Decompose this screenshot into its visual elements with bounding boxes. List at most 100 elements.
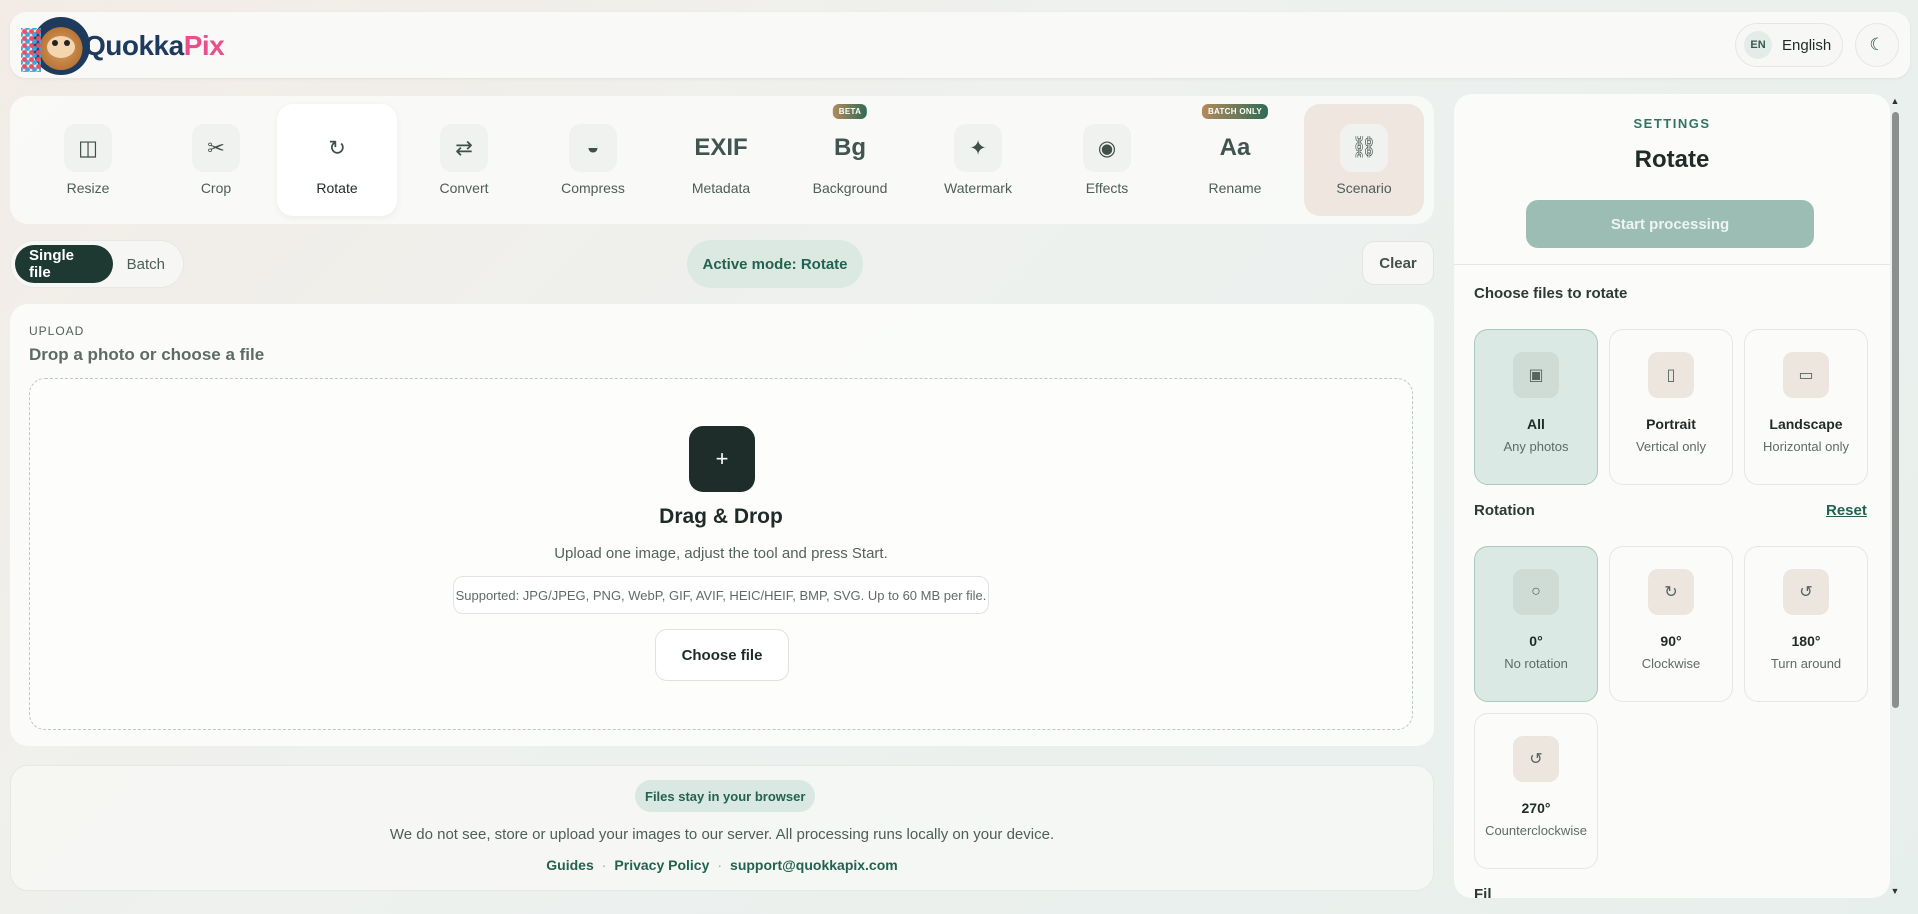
rotation-option-90[interactable]: ↻ 90° Clockwise <box>1609 546 1733 702</box>
tool-label: Background <box>812 180 888 196</box>
watermark-icon: ✦ <box>954 124 1002 172</box>
tool-crop[interactable]: ✂ Crop <box>156 104 276 216</box>
divider <box>1454 264 1890 265</box>
compress-icon: ◒ <box>569 124 617 172</box>
portrait-icon: ▯ <box>1648 352 1694 398</box>
choose-file-button[interactable]: Choose file <box>655 629 789 681</box>
files-option-all[interactable]: ▣ All Any photos <box>1474 329 1598 485</box>
landscape-icon: ▭ <box>1783 352 1829 398</box>
next-section-title: Fil <box>1474 886 1492 898</box>
rotation-option-180[interactable]: ↺ 180° Turn around <box>1744 546 1868 702</box>
active-mode-badge: Active mode: Rotate <box>687 240 863 288</box>
background-icon: Bg <box>834 134 866 161</box>
tool-label: Rename <box>1208 180 1262 196</box>
language-code-badge: EN <box>1744 31 1772 59</box>
rotate-icon: ↻ <box>328 136 346 160</box>
option-subtitle: Any photos <box>1503 439 1569 454</box>
option-subtitle: Counterclockwise <box>1485 823 1587 838</box>
rotate-cw-icon: ↻ <box>1648 569 1694 615</box>
option-subtitle: Horizontal only <box>1763 439 1849 454</box>
tool-compress[interactable]: ◒ Compress <box>533 104 653 216</box>
option-name: 180° <box>1791 633 1821 649</box>
exif-icon: EXIF <box>694 134 748 161</box>
theme-toggle-button[interactable]: ☾ <box>1855 23 1899 67</box>
drag-drop-title: Drag & Drop <box>659 505 783 528</box>
beta-badge: BETA <box>832 104 868 119</box>
tool-rotate[interactable]: ↻ Rotate <box>277 104 397 216</box>
tool-label: Scenario <box>1336 180 1392 196</box>
files-option-portrait[interactable]: ▯ Portrait Vertical only <box>1609 329 1733 485</box>
add-file-button[interactable]: + <box>689 426 755 492</box>
link-separator: · <box>717 857 723 873</box>
option-name: Landscape <box>1769 416 1843 432</box>
option-name: 0° <box>1529 633 1543 649</box>
tool-resize[interactable]: ◫ Resize <box>28 104 148 216</box>
rotate-ccw-icon: ↺ <box>1513 736 1559 782</box>
rename-icon: Aa <box>1219 134 1251 161</box>
privacy-policy-link[interactable]: Privacy Policy <box>614 857 709 873</box>
scrollbar-thumb[interactable] <box>1892 112 1899 708</box>
tool-watermark[interactable]: ✦ Watermark <box>918 104 1038 216</box>
option-subtitle: Vertical only <box>1635 439 1707 454</box>
privacy-text: We do not see, store or upload your imag… <box>389 826 1055 843</box>
supported-formats: Supported: JPG/JPEG, PNG, WebP, GIF, AVI… <box>453 576 989 614</box>
top-header: QuokkaPix EN English ☾ <box>10 12 1910 78</box>
all-photos-icon: ▣ <box>1513 352 1559 398</box>
batch-button[interactable]: Batch <box>113 245 179 283</box>
tool-label: Metadata <box>691 180 751 196</box>
link-separator: · <box>601 857 607 873</box>
tool-label: Resize <box>66 180 110 196</box>
tool-label: Rotate <box>316 180 358 196</box>
tool-label: Convert <box>439 180 489 196</box>
plus-icon: + <box>715 446 729 471</box>
tool-scenario[interactable]: ⛓ Scenario <box>1304 104 1424 216</box>
upload-title: Drop a photo or choose a file <box>29 345 265 364</box>
tool-effects[interactable]: ◉ Effects <box>1047 104 1167 216</box>
crop-icon: ✂ <box>192 124 240 172</box>
tool-background[interactable]: BETA Bg Background <box>790 104 910 216</box>
tool-label: Compress <box>561 180 625 196</box>
tool-metadata[interactable]: EXIF Metadata <box>661 104 781 216</box>
upload-kicker: UPLOAD <box>29 324 85 338</box>
clear-button[interactable]: Clear <box>1362 241 1434 285</box>
settings-title: Rotate <box>1634 146 1710 173</box>
settings-kicker: SETTINGS <box>1633 116 1711 131</box>
quokkapix-logo[interactable]: QuokkaPix <box>21 16 225 76</box>
option-subtitle: No rotation <box>1504 656 1568 671</box>
drop-zone[interactable]: + Drag & Drop Upload one image, adjust t… <box>29 378 1413 730</box>
settings-panel: SETTINGS Rotate Start processing Choose … <box>1454 94 1890 898</box>
single-file-button[interactable]: Single file <box>15 245 113 283</box>
files-option-landscape[interactable]: ▭ Landscape Horizontal only <box>1744 329 1868 485</box>
scroll-up-arrow-icon[interactable]: ▲ <box>1889 96 1901 106</box>
no-rotation-icon: ○ <box>1513 569 1559 615</box>
drag-drop-description: Upload one image, adjust the tool and pr… <box>554 545 888 562</box>
guides-link[interactable]: Guides <box>546 857 593 873</box>
privacy-panel: Files stay in your browser We do not see… <box>10 765 1434 891</box>
tool-convert[interactable]: ⇄ Convert <box>404 104 524 216</box>
option-name: 270° <box>1521 800 1551 816</box>
start-processing-button[interactable]: Start processing <box>1526 200 1814 248</box>
scroll-down-arrow-icon[interactable]: ▼ <box>1889 886 1901 896</box>
logo-wordmark: QuokkaPix <box>84 30 225 61</box>
tool-rename[interactable]: BATCH ONLY Aa Rename <box>1175 104 1295 216</box>
option-subtitle: Clockwise <box>1641 656 1701 671</box>
option-subtitle: Turn around <box>1770 656 1842 671</box>
effects-icon: ◉ <box>1083 124 1131 172</box>
language-selector[interactable]: EN English <box>1735 23 1843 67</box>
choose-files-title: Choose files to rotate <box>1474 285 1628 302</box>
rotation-title: Rotation <box>1474 502 1535 519</box>
settings-scrollbar[interactable]: ▲ ▼ <box>1889 96 1901 896</box>
quokka-mascot-icon <box>21 17 90 75</box>
rotation-option-270[interactable]: ↺ 270° Counterclockwise <box>1474 713 1598 869</box>
support-email-link[interactable]: support@quokkapix.com <box>730 857 898 873</box>
tool-label: Watermark <box>944 180 1012 196</box>
language-label: English <box>1782 36 1832 54</box>
option-name: Portrait <box>1646 416 1696 432</box>
rotation-option-0[interactable]: ○ 0° No rotation <box>1474 546 1598 702</box>
privacy-badge: Files stay in your browser <box>635 780 816 812</box>
tool-label: Effects <box>1085 180 1129 196</box>
reset-link[interactable]: Reset <box>1826 502 1867 519</box>
convert-icon: ⇄ <box>440 124 488 172</box>
tools-bar: ◫ Resize ✂ Crop ↻ Rotate ⇄ Convert ◒ Com… <box>10 96 1434 224</box>
tool-label: Crop <box>200 180 232 196</box>
